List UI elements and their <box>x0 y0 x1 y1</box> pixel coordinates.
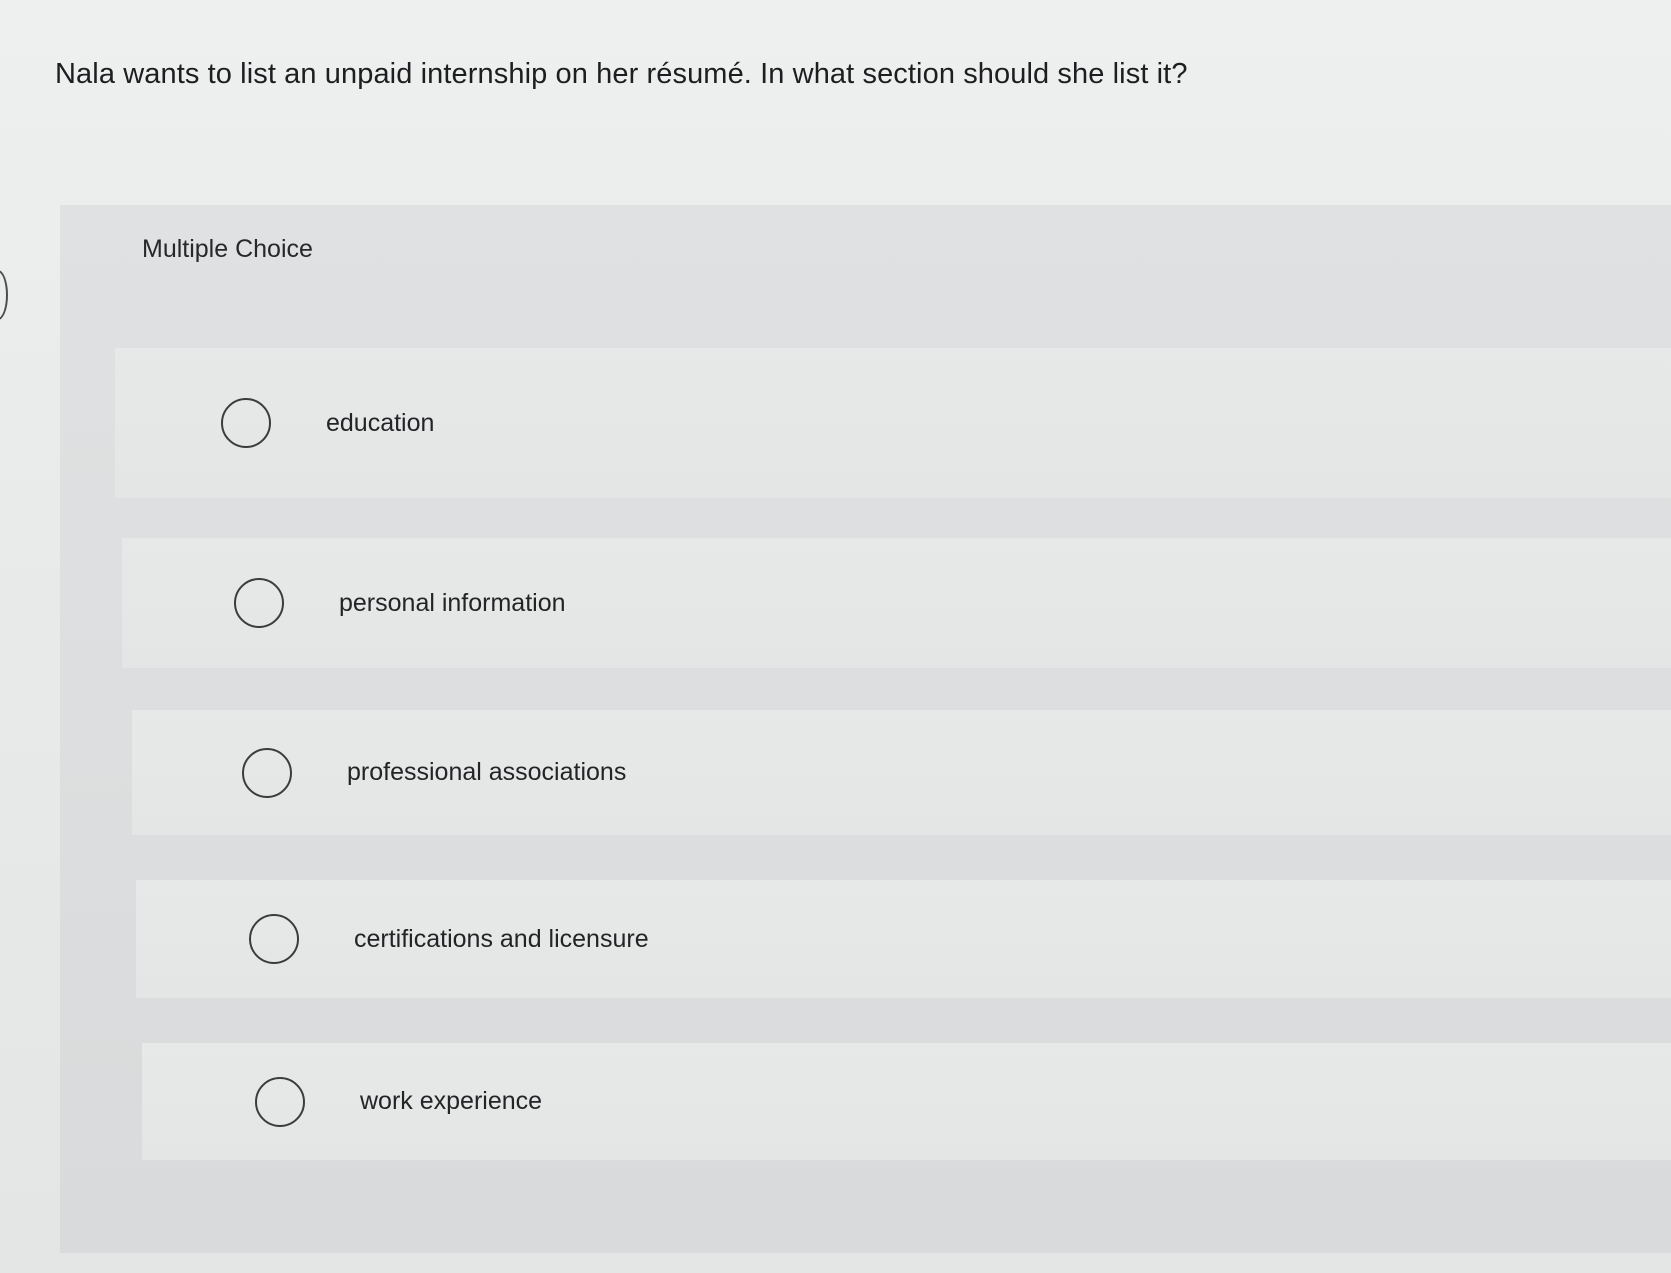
option-label: education <box>326 408 435 437</box>
option-label: work experience <box>360 1087 543 1115</box>
multiple-choice-panel: Multiple Choice education personal infor… <box>60 205 1671 1253</box>
radio-circle-icon[interactable] <box>221 398 271 448</box>
option-label: certifications and licensure <box>354 924 649 953</box>
option-label: personal information <box>339 588 566 617</box>
multiple-choice-label: Multiple Choice <box>142 235 313 263</box>
option-education[interactable]: education <box>115 348 1671 498</box>
radio-circle-icon[interactable] <box>255 1076 305 1127</box>
radio-circle-icon[interactable] <box>234 578 284 628</box>
option-professional-associations[interactable]: professional associations <box>132 710 1671 835</box>
radio-circle-icon[interactable] <box>249 914 299 964</box>
radio-circle-icon[interactable] <box>242 747 292 798</box>
question-text: Nala wants to list an unpaid internship … <box>55 58 1188 90</box>
option-personal-information[interactable]: personal information <box>122 538 1671 668</box>
partial-circle-edge-icon <box>0 270 8 320</box>
option-label: professional associations <box>347 758 627 786</box>
option-work-experience[interactable]: work experience <box>142 1043 1671 1160</box>
option-certifications-and-licensure[interactable]: certifications and licensure <box>136 880 1671 998</box>
